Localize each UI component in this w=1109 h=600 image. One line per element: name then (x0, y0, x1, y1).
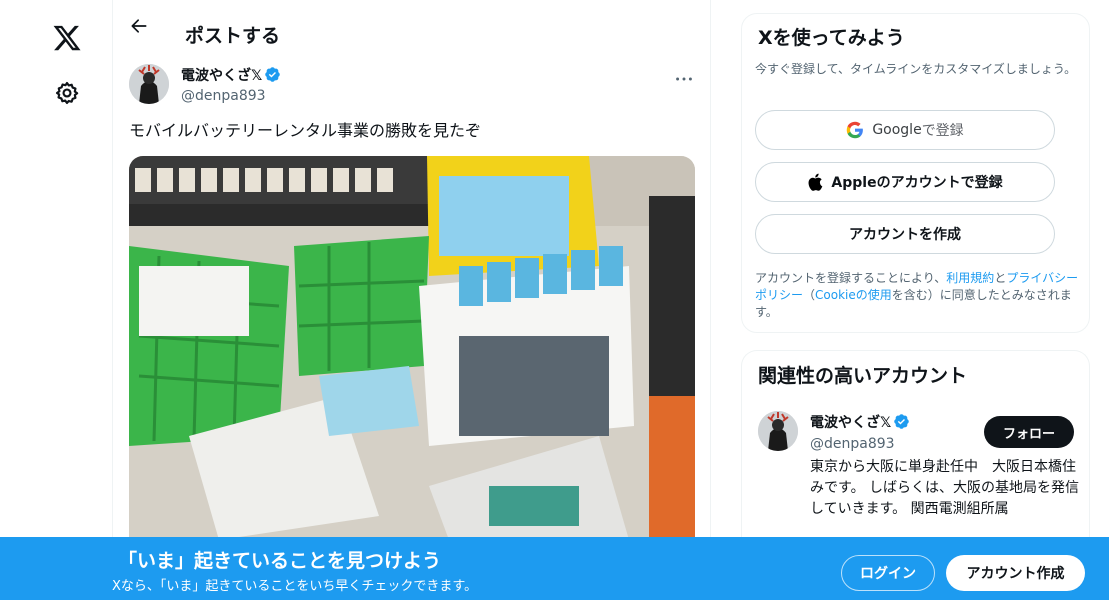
back-arrow-icon[interactable] (129, 16, 149, 36)
google-signup-suffix: で登録 (921, 123, 964, 139)
avatar[interactable] (129, 64, 169, 104)
banner-title: 「いま」起きていることを見つけよう (118, 550, 442, 572)
main-column: ポストする 電波やくざ𝕏 @denpa893 モバイルバッテリーレンタル事業の勝… (112, 0, 711, 600)
signup-title: Xを使ってみよう (758, 27, 905, 49)
login-button[interactable]: ログイン (841, 555, 935, 591)
google-signup-label: Google (872, 122, 922, 138)
more-options-icon[interactable] (673, 68, 695, 90)
verified-badge-icon (894, 414, 910, 429)
banner-subtitle: Xなら、「いま」起きていることをいち早くチェックできます。 (112, 579, 478, 594)
author-name[interactable]: 電波やくざ𝕏 (181, 66, 281, 85)
signup-card: Xを使ってみよう 今すぐ登録して、タイムラインをカスタマイズしましょう。 Goo… (741, 13, 1090, 333)
legal-text-1: アカウントを登録することにより、 (755, 271, 947, 285)
legal-notice: アカウントを登録することにより、利用規約とプライバシーポリシー（Cookieの使… (755, 270, 1083, 321)
related-title: 関連性の高いアカウント (758, 365, 968, 387)
tweet-text: モバイルバッテリーレンタル事業の勝敗を見たぞ (129, 121, 482, 140)
google-logo-icon (847, 121, 864, 139)
cookie-link[interactable]: Cookieの使用 (815, 288, 892, 302)
x-logo-icon[interactable] (52, 23, 82, 53)
related-handle[interactable]: @denpa893 (810, 435, 895, 453)
create-account-button[interactable]: アカウントを作成 (755, 214, 1055, 254)
author-handle[interactable]: @denpa893 (181, 87, 266, 105)
related-name[interactable]: 電波やくざ𝕏 (810, 413, 910, 432)
banner-create-account-button[interactable]: アカウント作成 (946, 555, 1085, 591)
gear-icon[interactable] (54, 80, 80, 106)
legal-text-2: と (994, 271, 1007, 285)
related-bio: 東京から大阪に単身赴任中 大阪日本橋住みです。 しばらくは、大阪の基地局を発信し… (810, 459, 1080, 517)
author-name-text: 電波やくざ𝕏 (181, 68, 263, 84)
apple-logo-icon (808, 173, 823, 191)
signup-subtitle: 今すぐ登録して、タイムラインをカスタマイズしましょう。 (755, 62, 1077, 76)
verified-badge-icon (265, 67, 281, 82)
terms-link[interactable]: 利用規約 (946, 271, 994, 285)
related-avatar[interactable] (758, 411, 798, 451)
login-banner: 「いま」起きていることを見つけよう Xなら、「いま」起きていることをいち早くチェ… (0, 537, 1109, 600)
legal-text-3: （ (803, 288, 816, 302)
post-header: ポストする (113, 0, 711, 53)
apple-signup-label: Appleのアカウントで登録 (831, 175, 1003, 191)
google-signup-button[interactable]: Google で登録 (755, 110, 1055, 150)
tweet-author: 電波やくざ𝕏 @denpa893 (129, 64, 695, 108)
left-nav (0, 0, 112, 600)
tweet-photo[interactable] (129, 156, 695, 540)
apple-signup-button[interactable]: Appleのアカウントで登録 (755, 162, 1055, 202)
related-name-text: 電波やくざ𝕏 (810, 415, 892, 431)
page-title: ポストする (185, 25, 281, 47)
create-account-label: アカウントを作成 (849, 227, 961, 243)
follow-button[interactable]: フォロー (984, 416, 1074, 448)
